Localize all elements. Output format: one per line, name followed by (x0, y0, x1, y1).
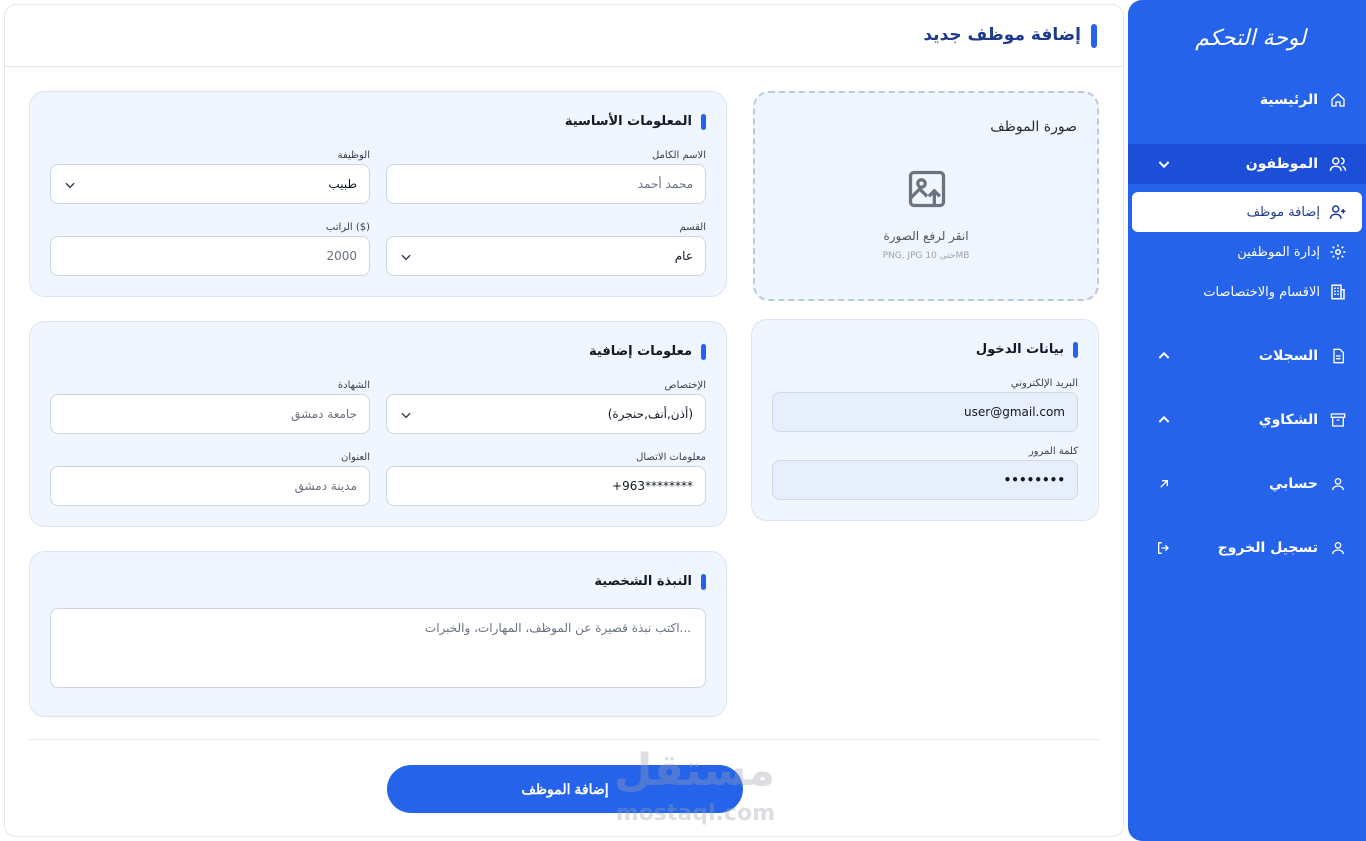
degree-label: الشهادة (337, 380, 370, 391)
email-label: البريد الإلكتروني (1010, 378, 1078, 389)
upload-hint: انقر لرفع الصورة (883, 229, 969, 243)
sidebar-subitem-manage-employees[interactable]: إدارة الموظفين (1132, 232, 1362, 272)
watermark-logo: مستقل mostaql.com (601, 745, 775, 835)
bio-textarea[interactable]: اكتب نبذة قصيرة عن الموظف، المهارات، وال… (50, 608, 706, 688)
full-name-field[interactable]: محمد أحمد (386, 164, 706, 204)
section-accent-bar (701, 344, 706, 360)
watermark-text: مستقل (614, 745, 775, 796)
home-icon (1328, 90, 1348, 110)
external-link-icon[interactable] (1156, 476, 1172, 492)
sidebar-item-complaints[interactable]: الشكاوي (1146, 400, 1348, 440)
building-icon (1328, 282, 1348, 302)
password-field[interactable]: •••••••• (772, 460, 1078, 500)
sidebar-title: لوحة التحكم (1195, 26, 1306, 51)
sidebar-item-records[interactable]: السجلات (1146, 336, 1348, 376)
password-label: كلمة المرور (1028, 446, 1078, 457)
sidebar-item-employees[interactable]: الموظفون (1146, 144, 1348, 184)
specialty-value: (أذن,أنف,حنجرة) (607, 407, 693, 421)
footer-divider (29, 739, 1099, 740)
basic-info-panel: المعلومات الأساسية الاسم الكامل محمد أحم… (29, 91, 727, 297)
section-accent-bar (1073, 342, 1078, 358)
user-icon (1328, 538, 1348, 558)
sidebar-item-home[interactable]: الرئيسية (1146, 80, 1348, 120)
title-accent-bar (1091, 24, 1097, 48)
chevron-down-icon (65, 182, 75, 189)
contact-field[interactable]: +963******** (386, 466, 706, 506)
specialty-select[interactable]: (أذن,أنف,حنجرة) (386, 394, 706, 434)
sidebar-item-label: السجلات (1258, 348, 1318, 364)
photo-upload-dropzone[interactable]: صورة الموظف انقر لرفع الصورة PNG, JPG حت… (753, 91, 1099, 301)
section-title: النبذة الشخصية (594, 574, 692, 589)
sidebar-item-logout[interactable]: تسجيل الخروج (1146, 528, 1348, 568)
chevron-down-icon (401, 412, 411, 419)
gear-icon (1328, 242, 1348, 262)
contact-label: معلومات الاتصال (636, 452, 706, 463)
section-title: المعلومات الأساسية (564, 114, 692, 129)
user-plus-icon (1328, 202, 1348, 222)
full-name-label: الاسم الكامل (651, 150, 706, 161)
department-select[interactable]: عام (386, 236, 706, 276)
job-select[interactable]: طبيب (50, 164, 370, 204)
page-header: إضافة موظف جديد (5, 5, 1123, 67)
section-title: معلومات إضافية (589, 344, 692, 359)
section-accent-bar (701, 574, 706, 590)
salary-label: الراتب ($) (325, 222, 370, 233)
chevron-up-icon[interactable] (1156, 348, 1172, 364)
image-upload-icon (908, 170, 946, 208)
sidebar-item-label: حسابي (1268, 476, 1318, 492)
document-icon (1328, 346, 1348, 366)
chevron-up-icon[interactable] (1156, 412, 1172, 428)
upload-title: صورة الموظف (990, 119, 1077, 135)
sidebar-item-label: الرئيسية (1259, 92, 1318, 108)
logout-icon[interactable] (1156, 540, 1172, 556)
page-title: إضافة موظف جديد (923, 25, 1081, 45)
section-title: بيانات الدخول (975, 342, 1064, 357)
department-value: عام (674, 249, 693, 263)
main-card: إضافة موظف جديد المعلومات الأساسية الاسم… (4, 4, 1124, 837)
users-icon (1328, 154, 1348, 174)
bio-panel: النبذة الشخصية اكتب نبذة قصيرة عن الموظف… (29, 551, 727, 717)
sidebar-subitem-add-employee[interactable]: إضافة موظف (1132, 192, 1362, 232)
watermark-url: mostaql.com (615, 801, 775, 826)
chevron-down-icon (401, 254, 411, 261)
degree-field[interactable]: جامعة دمشق (50, 394, 370, 434)
sidebar-subitem-label: الاقسام والاختصاصات (1203, 284, 1320, 300)
department-label: القسم (679, 222, 706, 233)
email-field[interactable]: user@gmail.com (772, 392, 1078, 432)
upload-subtext: PNG, JPG حتى 10MB (882, 251, 970, 261)
section-accent-bar (701, 114, 706, 130)
archive-icon (1328, 410, 1348, 430)
chevron-down-icon[interactable] (1156, 156, 1172, 172)
address-field[interactable]: مدينة دمشق (50, 466, 370, 506)
job-label: الوظيفة (337, 150, 370, 161)
extra-info-panel: معلومات إضافية الإختصاص (أذن,أنف,حنجرة) … (29, 321, 727, 527)
sidebar-subitem-label: إدارة الموظفين (1237, 244, 1320, 260)
sidebar: لوحة التحكم الرئيسية الموظفون إضافة موظف… (1128, 0, 1366, 841)
sidebar-item-account[interactable]: حسابي (1146, 464, 1348, 504)
sidebar-subitem-label: إضافة موظف (1246, 204, 1320, 220)
login-panel: بيانات الدخول البريد الإلكتروني user@gma… (751, 319, 1099, 521)
sidebar-item-label: الموظفون (1245, 156, 1318, 172)
specialty-label: الإختصاص (664, 380, 707, 391)
user-icon (1328, 474, 1348, 494)
address-label: العنوان (341, 452, 370, 463)
sidebar-item-label: الشكاوي (1258, 412, 1318, 428)
job-value: طبيب (328, 177, 357, 191)
sidebar-item-label: تسجيل الخروج (1217, 540, 1318, 556)
salary-field[interactable]: 2000 (50, 236, 370, 276)
sidebar-subitem-departments[interactable]: الاقسام والاختصاصات (1132, 272, 1362, 312)
